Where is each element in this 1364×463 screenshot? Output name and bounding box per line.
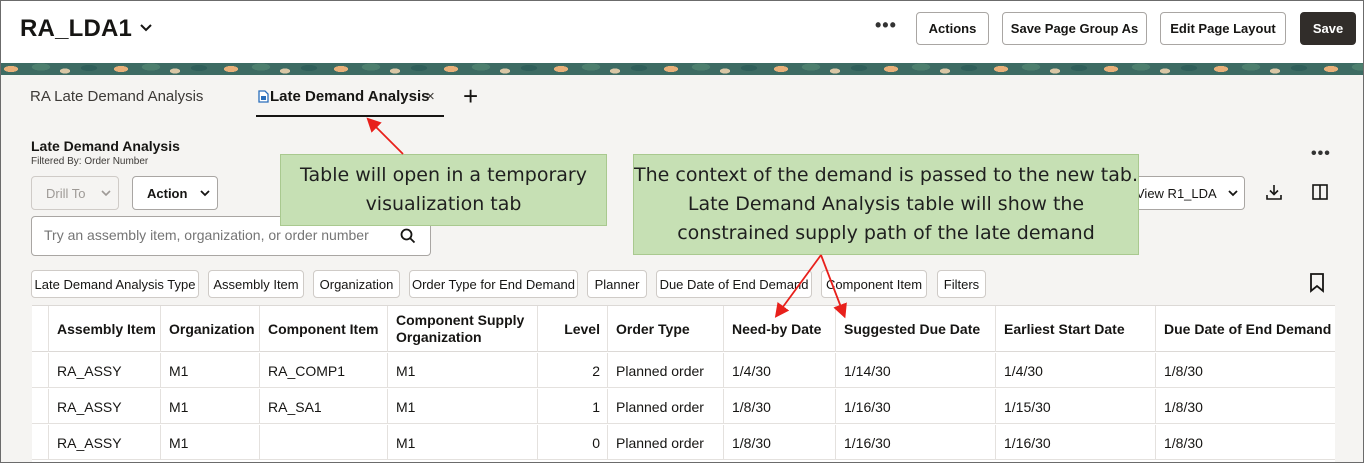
content-area: RA Late Demand Analysis Late Demand Anal… [1,75,1363,462]
callout-demand-context: The context of the demand is passed to t… [633,154,1139,255]
filter-chip[interactable]: Order Type for End Demand [409,270,578,298]
app-window: RA_LDA1 ••• Actions Save Page Group As E… [0,0,1364,463]
cell-organization: M1 [161,425,260,460]
column-header[interactable]: Organization [161,306,260,352]
table-header: Assembly Item Organization Component Ite… [32,306,1335,352]
decorative-banner [1,63,1363,75]
filter-chip[interactable]: Late Demand Analysis Type [31,270,199,298]
cell-need-by-date: 1/8/30 [724,425,836,460]
download-icon[interactable] [1265,183,1283,201]
search-icon[interactable] [400,228,416,244]
view-select-value: View R1_LDA [1136,185,1217,201]
cell-suggested-due-date: 1/16/30 [836,425,996,460]
cell-earliest-start-date: 1/15/30 [996,389,1156,424]
filter-chip[interactable]: Component Item [821,270,927,298]
save-button[interactable]: Save [1300,12,1356,45]
cell-level: 2 [538,353,608,388]
cell-organization: M1 [161,353,260,388]
filter-chip[interactable]: Planner [587,270,647,298]
cell-component-item [260,425,388,460]
save-page-group-as-button[interactable]: Save Page Group As [1002,12,1147,45]
cell-earliest-start-date: 1/4/30 [996,353,1156,388]
callout-temporary-tab: Table will open in a temporary visualiza… [280,154,607,226]
chevron-down-icon [100,190,111,197]
column-header[interactable]: Order Type [608,306,724,352]
bookmark-icon[interactable] [1309,273,1325,293]
table-selector-column [32,306,49,352]
add-tab-icon[interactable]: + [463,83,478,109]
drill-to-label: Drill To [46,185,86,201]
filter-chip[interactable]: Due Date of End Demand [656,270,812,298]
filter-chip[interactable]: Organization [313,270,400,298]
page-header: RA_LDA1 ••• Actions Save Page Group As E… [1,1,1363,63]
column-header[interactable]: Due Date of End Demand [1156,306,1335,352]
tab-label: Late Demand Analysis [270,88,430,105]
cell-assembly-item: RA_ASSY [49,353,161,388]
cell-component-supply-org: M1 [388,425,538,460]
filters-button[interactable]: Filters [937,270,986,298]
section-filter-subtitle: Filtered By: Order Number [31,156,149,167]
cell-component-item: RA_COMP1 [260,353,388,388]
chevron-down-icon[interactable] [138,19,154,35]
cell-earliest-start-date: 1/16/30 [996,425,1156,460]
cell-order-type: Planned order [608,353,724,388]
table-row[interactable]: RA_ASSY M1 M1 0 Planned order 1/8/30 1/1… [32,425,1335,460]
actions-button[interactable]: Actions [916,12,989,45]
cell-component-supply-org: M1 [388,353,538,388]
late-demand-table: Assembly Item Organization Component Ite… [32,305,1335,462]
cell-suggested-due-date: 1/14/30 [836,353,996,388]
table-row[interactable]: RA_ASSY M1 RA_COMP1 M1 2 Planned order 1… [32,353,1335,388]
cell-level: 0 [538,425,608,460]
row-selector[interactable] [32,425,49,460]
column-header[interactable]: Level [538,306,608,352]
cell-order-type: Planned order [608,389,724,424]
cell-component-supply-org: M1 [388,389,538,424]
column-header[interactable]: Component Supply Organization [388,306,538,352]
cell-due-date-end-demand: 1/8/30 [1164,398,1203,415]
section-title: Late Demand Analysis [31,138,180,154]
document-icon [258,90,269,103]
page-title[interactable]: RA_LDA1 [20,15,132,43]
table-row[interactable]: RA_ASSY M1 RA_SA1 M1 1 Planned order 1/8… [32,389,1335,424]
split-view-icon[interactable] [1312,184,1328,200]
search-input[interactable] [44,227,394,243]
row-selector[interactable] [32,353,49,388]
more-options-icon[interactable]: ••• [875,15,897,36]
action-label: Action [147,185,188,201]
chevron-down-icon [200,190,211,197]
tab-late-demand-analysis[interactable]: Late Demand Analysis × [256,87,444,117]
column-header[interactable]: Suggested Due Date [836,306,996,352]
cell-order-type: Planned order [608,425,724,460]
cell-assembly-item: RA_ASSY [49,425,161,460]
cell-due-date-end-demand: 1/8/30 [1164,434,1203,451]
chevron-down-icon [1228,190,1238,197]
cell-need-by-date: 1/8/30 [724,389,836,424]
view-select[interactable]: View R1_LDA [1121,176,1245,210]
action-button[interactable]: Action [132,176,218,210]
close-icon[interactable]: × [426,88,435,105]
column-header[interactable]: Assembly Item [49,306,161,352]
column-header[interactable]: Component Item [260,306,388,352]
cell-organization: M1 [161,389,260,424]
column-header[interactable]: Need-by Date [724,306,836,352]
cell-suggested-due-date: 1/16/30 [836,389,996,424]
tab-ra-late-demand-analysis[interactable]: RA Late Demand Analysis [30,88,203,105]
drill-to-button[interactable]: Drill To [31,176,119,210]
column-header[interactable]: Earliest Start Date [996,306,1156,352]
cell-level: 1 [538,389,608,424]
cell-need-by-date: 1/4/30 [724,353,836,388]
cell-assembly-item: RA_ASSY [49,389,161,424]
filter-chip[interactable]: Assembly Item [208,270,304,298]
cell-due-date-end-demand: 1/8/30 [1164,362,1203,379]
row-selector[interactable] [32,389,49,424]
cell-component-item: RA_SA1 [260,389,388,424]
edit-page-layout-button[interactable]: Edit Page Layout [1160,12,1286,45]
more-options-icon[interactable]: ••• [1311,145,1331,163]
